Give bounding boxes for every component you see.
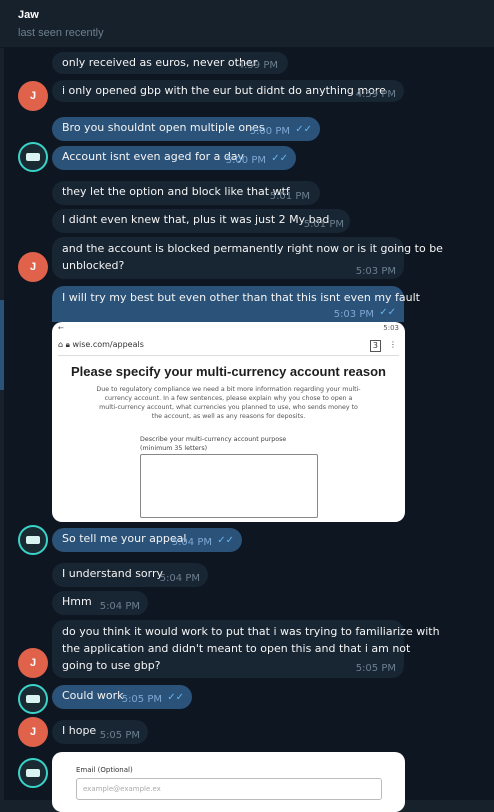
message-time: 5:05 PM xyxy=(99,730,140,741)
message-text: Could work xyxy=(62,689,124,702)
message-text: Bro you shouldnt open multiple ones xyxy=(62,121,265,134)
message-bubble[interactable]: I understand sorry 5:04 PM xyxy=(52,563,208,587)
chat-header[interactable]: Jaw last seen recently xyxy=(0,0,494,48)
message-time: 5:01 PM xyxy=(303,219,344,230)
appeal-textarea xyxy=(140,454,318,518)
message-text: only received as euros, never other xyxy=(62,56,258,69)
message-time: 5:04 PM xyxy=(99,601,140,612)
message-text: Hmm xyxy=(62,595,92,608)
message-text: do you think it would work to put that i… xyxy=(62,625,440,638)
message-text: i only opened gbp with the eur but didnt… xyxy=(62,84,386,97)
message-text: I hope xyxy=(62,724,97,737)
message-time: 4:59 PM xyxy=(355,89,396,100)
attached-image[interactable]: Email (Optional) example@example.ex xyxy=(52,752,405,812)
status-time: 5:03 xyxy=(383,324,399,332)
message-text: they let the option and block like that … xyxy=(62,185,290,198)
avatar[interactable] xyxy=(18,684,48,714)
email-field: example@example.ex xyxy=(76,778,382,800)
message-text: So tell me your appeal xyxy=(62,532,187,545)
message-time: 5:03 PM xyxy=(355,266,396,277)
message-bubble[interactable]: Bro you shouldnt open multiple ones 5:00… xyxy=(52,117,320,141)
email-label: Email (Optional) xyxy=(76,766,133,774)
message-bubble[interactable]: I will try my best but even other than t… xyxy=(52,286,420,322)
phone-status-bar: ← 5:03 xyxy=(52,322,405,334)
message-time: 5:01 PM xyxy=(269,191,310,202)
message-text: I will try my best but even other than t… xyxy=(62,291,420,304)
read-checks-icon: ✓✓ xyxy=(167,692,184,703)
url-text: wise.com/appeals xyxy=(72,340,144,349)
message-time: 5:05 PM xyxy=(121,694,162,705)
message-bubble[interactable]: i only opened gbp with the eur but didnt… xyxy=(52,80,404,102)
message-time: 5:00 PM xyxy=(225,155,266,166)
home-icon: ⌂ xyxy=(58,340,64,349)
read-checks-icon: ✓✓ xyxy=(379,307,396,318)
message-bubble[interactable]: they let the option and block like that … xyxy=(52,181,320,205)
message-bubble[interactable]: Account isnt even aged for a day 5:00 PM… xyxy=(52,146,296,170)
message-bubble[interactable]: Hmm 5:04 PM xyxy=(52,591,148,615)
avatar[interactable]: J xyxy=(18,648,48,678)
message-bubble[interactable]: and the account is blocked permanently r… xyxy=(52,237,443,279)
message-bubble[interactable]: So tell me your appeal 5:04 PM ✓✓ xyxy=(52,528,242,552)
avatar-letter: J xyxy=(29,90,37,102)
tab-count: 3 xyxy=(369,340,381,352)
avatar[interactable]: J xyxy=(18,717,48,747)
message-time: 5:05 PM xyxy=(355,663,396,674)
message-text-line: going to use gbp? xyxy=(62,659,161,672)
lock-icon: 🔒︎ xyxy=(65,340,70,349)
chat-list-edge xyxy=(0,48,4,800)
avatar-letter: J xyxy=(29,261,37,273)
contact-status: last seen recently xyxy=(18,27,104,39)
message-bubble[interactable]: I didnt even knew that, plus it was just… xyxy=(52,209,350,233)
message-time: 4:59 PM xyxy=(237,60,278,71)
field-label: Describe your multi-currency account pur… xyxy=(140,436,287,452)
message-bubble[interactable]: only received as euros, never other 4:59… xyxy=(52,52,288,74)
read-checks-icon: ✓✓ xyxy=(295,124,312,135)
read-checks-icon: ✓✓ xyxy=(217,535,234,546)
menu-icon: ⋮ xyxy=(389,340,397,349)
message-text: Account isnt even aged for a day xyxy=(62,150,245,163)
message-text: and the account is blocked permanently r… xyxy=(62,242,443,255)
read-checks-icon: ✓✓ xyxy=(271,153,288,164)
appeal-description: Due to regulatory compliance we need a b… xyxy=(96,386,361,420)
message-time: 5:00 PM xyxy=(249,126,290,137)
message-text-line: unblocked? xyxy=(62,259,125,272)
message-text-line: the application and didn't meant to open… xyxy=(62,642,411,655)
avatar-letter: J xyxy=(29,657,37,669)
message-text: I understand sorry xyxy=(62,567,164,580)
message-bubble[interactable]: do you think it would work to put that i… xyxy=(52,620,440,678)
message-text: I didnt even knew that, plus it was just… xyxy=(62,213,330,226)
appeal-title: Please specify your multi-currency accou… xyxy=(70,364,386,379)
message-time: 5:04 PM xyxy=(171,537,212,548)
message-time: 5:04 PM xyxy=(159,573,200,584)
avatar[interactable] xyxy=(18,525,48,555)
message-bubble[interactable]: Could work 5:05 PM ✓✓ xyxy=(52,685,192,709)
avatar[interactable] xyxy=(18,142,48,172)
attached-image[interactable]: ← 5:03 ⌂ 🔒︎ wise.com/appeals 3 ⋮ Please … xyxy=(52,322,405,522)
avatar[interactable] xyxy=(18,758,48,788)
back-arrow-icon: ← xyxy=(58,324,64,332)
browser-address-bar: ⌂ 🔒︎ wise.com/appeals 3 ⋮ xyxy=(58,334,399,356)
avatar[interactable]: J xyxy=(18,252,48,282)
contact-name: Jaw xyxy=(18,9,39,21)
avatar-letter: J xyxy=(29,726,37,738)
message-bubble[interactable]: I hope 5:05 PM xyxy=(52,720,148,744)
scrollbar[interactable] xyxy=(0,300,4,390)
avatar[interactable]: J xyxy=(18,81,48,111)
